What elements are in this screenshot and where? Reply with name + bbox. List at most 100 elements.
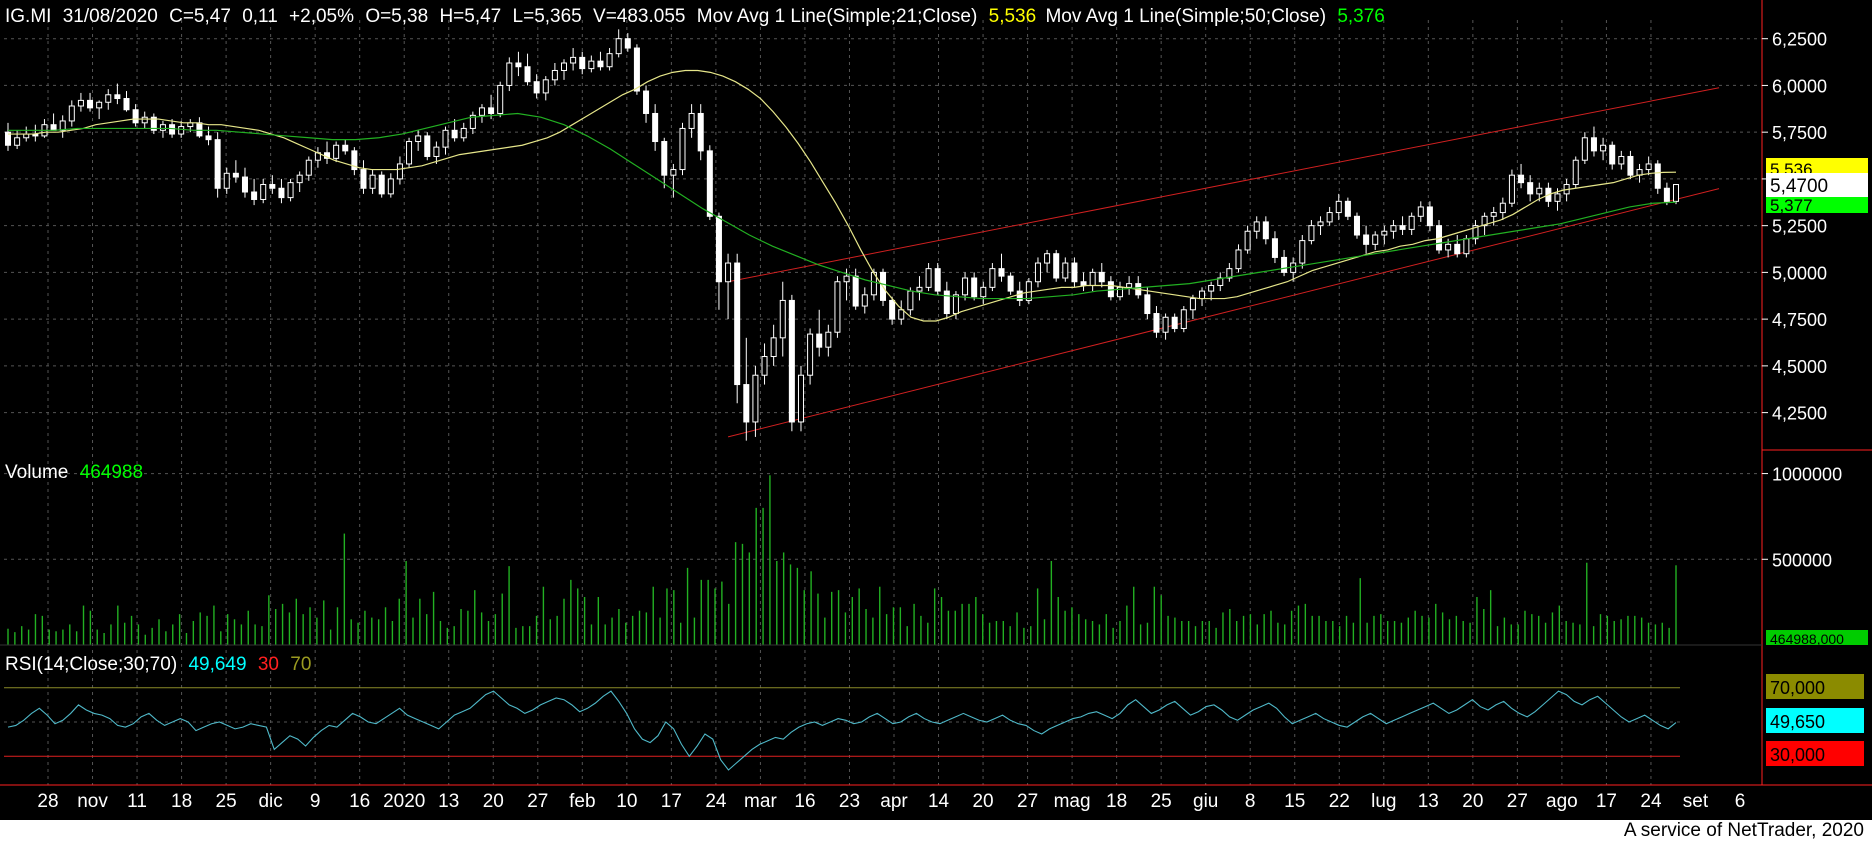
candle-body [943, 290, 950, 315]
volume-marker: 464988,000 [1766, 630, 1868, 647]
close: C=5,47 [169, 6, 231, 27]
candle-body [788, 299, 795, 423]
candle-body [615, 38, 622, 55]
ma50-value: 5,376 [1337, 6, 1385, 27]
price-tick-label: 4,5000 [1772, 357, 1827, 377]
candle-body [962, 277, 969, 296]
candle-body [223, 172, 230, 189]
date-label: mag [1054, 791, 1091, 812]
candle-body [515, 62, 522, 68]
candle-body [159, 124, 166, 131]
candle-body [1390, 225, 1397, 232]
date-label: 27 [1507, 791, 1528, 812]
candle-body [1162, 316, 1169, 333]
ma21-value: 5,536 [989, 6, 1037, 27]
ma21-label: Mov Avg 1 Line(Simple;21;Close) [697, 6, 978, 27]
candle-body [1408, 215, 1415, 230]
candle-body [1654, 163, 1661, 189]
price-badges: 5,536 5,377 5,4700 [1766, 158, 1868, 215]
date-label: 9 [310, 791, 321, 812]
candle-body [579, 56, 586, 70]
candle-body [1044, 253, 1051, 264]
candle-body [1508, 174, 1515, 204]
candle-body [1372, 234, 1379, 245]
candle-body [1171, 316, 1178, 329]
candle-body [652, 112, 659, 143]
date-label: mar [744, 791, 777, 812]
candle-body [889, 299, 896, 320]
candle-body [1353, 215, 1360, 236]
candle-body [743, 384, 750, 423]
candle-body [1618, 155, 1625, 165]
candle-body [925, 268, 932, 288]
date-label: 23 [839, 791, 860, 812]
last-price-badge-text: 5,4700 [1770, 176, 1828, 197]
candle-body [670, 169, 677, 176]
candle-body [852, 275, 859, 307]
date-label: giu [1193, 791, 1218, 812]
candle-body [524, 66, 531, 83]
volume-marker-text: 464988,000 [1770, 631, 1844, 647]
candle-body [1253, 221, 1260, 232]
candle-body [342, 144, 349, 152]
candle-body [1317, 221, 1324, 227]
candle-body [971, 277, 978, 298]
candle-body [1208, 284, 1215, 292]
candle-body [50, 124, 57, 131]
date-label: 15 [1284, 791, 1305, 812]
date-label: 6 [1735, 791, 1746, 812]
candle-body [633, 47, 640, 92]
candle-body [406, 141, 413, 165]
candle-body [1071, 262, 1078, 283]
candle-body [396, 163, 403, 180]
candle-body [834, 281, 841, 333]
candle-body [132, 109, 139, 124]
candle-body [1326, 212, 1333, 223]
date-label: 13 [438, 791, 459, 812]
candle-body [597, 60, 604, 68]
candle-body [843, 275, 850, 283]
change: 0,11 [242, 6, 278, 27]
price-tick-label: 4,7500 [1772, 310, 1827, 330]
candle-body [114, 94, 121, 100]
candle-body [68, 105, 75, 122]
candle-body [1600, 144, 1607, 152]
candle-body [989, 268, 996, 288]
candle-body [105, 94, 112, 103]
candle-body [1126, 283, 1133, 288]
candle-body [497, 84, 504, 114]
candle-body [770, 337, 777, 358]
chart-canvas[interactable]: 6,25006,00005,75005,50005,25005,00004,75… [0, 0, 1872, 820]
date-label: lug [1371, 791, 1396, 812]
rsi-30-text: 30,000 [1770, 745, 1825, 765]
candle-body [816, 333, 823, 348]
date-label: apr [880, 791, 908, 812]
date-label: 2020 [383, 791, 425, 812]
date-label: 22 [1329, 791, 1350, 812]
volume-value: 464988 [80, 462, 143, 483]
date-label: nov [77, 791, 108, 812]
candle-body [178, 126, 185, 135]
price-tick-label: 4,2500 [1772, 404, 1827, 424]
candle-body [232, 172, 239, 178]
candle-body [269, 184, 276, 189]
candle-body [296, 174, 303, 184]
candle-body [96, 101, 103, 109]
candle-body [825, 331, 832, 348]
candle-body [1244, 230, 1251, 251]
volume: V=483.055 [593, 6, 685, 27]
candle-body [734, 262, 741, 386]
date-label: 25 [1151, 791, 1172, 812]
date-label: feb [569, 791, 595, 812]
candle-body [1581, 137, 1588, 161]
candle-body [934, 268, 941, 292]
candle-body [77, 99, 84, 107]
date-label: 24 [705, 791, 727, 812]
date-label: 14 [928, 791, 950, 812]
candle-body [1627, 155, 1634, 176]
candle-body [251, 191, 258, 200]
candle-body [679, 127, 686, 171]
candle-body [123, 98, 130, 111]
candle-body [214, 139, 221, 189]
candle-body [369, 174, 376, 189]
